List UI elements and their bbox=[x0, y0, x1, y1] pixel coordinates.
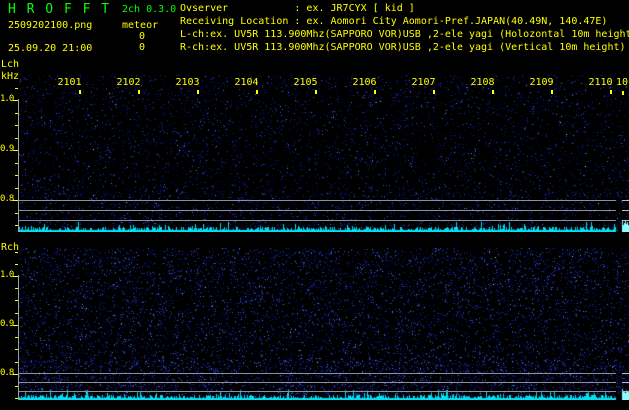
level-reference-line-stub bbox=[622, 200, 629, 201]
header: H R O F F T 2ch 0.3.0 2509202100.png met… bbox=[0, 0, 629, 58]
y-tick-label: 1.0 bbox=[0, 270, 14, 280]
y-minor-tick bbox=[15, 188, 18, 189]
y-tick-label: 0.8 bbox=[0, 368, 14, 378]
time-tick bbox=[550, 90, 553, 94]
y-major-tick bbox=[13, 200, 18, 201]
y-minor-tick bbox=[15, 398, 18, 399]
y-minor-tick bbox=[15, 163, 18, 164]
info-line-rch-rig: R-ch:ex. UV5R 113.900Mhz(SAPPORO VOR)USB… bbox=[180, 42, 626, 53]
y-major-tick bbox=[13, 150, 18, 151]
time-tick-label: 2106 bbox=[352, 77, 377, 88]
y-minor-tick bbox=[15, 138, 18, 139]
mode-label: meteor bbox=[122, 20, 159, 31]
y-minor-tick bbox=[15, 264, 18, 265]
y-major-tick bbox=[13, 100, 18, 101]
info-line-location: Receiving Location : ex. Aomori City Aom… bbox=[180, 16, 608, 27]
lch-unit-label: kHz bbox=[1, 71, 20, 82]
y-minor-tick bbox=[15, 252, 18, 253]
meteor-count-rch: 0 bbox=[139, 42, 146, 53]
y-minor-tick bbox=[15, 213, 18, 214]
time-tick bbox=[491, 90, 494, 94]
time-tick-label: 2107 bbox=[411, 77, 436, 88]
time-tick bbox=[137, 90, 140, 94]
time-tick bbox=[609, 90, 612, 94]
lch-spectrogram bbox=[19, 75, 629, 232]
time-tick bbox=[373, 90, 376, 94]
timestamp: 25.09.20 21:00 bbox=[8, 43, 93, 54]
y-tick-label: 0.9 bbox=[0, 144, 14, 154]
time-tick-label: 2104 bbox=[234, 77, 259, 88]
y-major-tick bbox=[13, 374, 18, 375]
level-reference-line-stub bbox=[622, 373, 629, 374]
level-reference-line-stub bbox=[622, 391, 629, 392]
time-tick-label: 2109 bbox=[529, 77, 554, 88]
time-tick-label-overflow: 10 bbox=[616, 77, 629, 88]
y-minor-tick bbox=[15, 362, 18, 363]
y-major-tick bbox=[13, 276, 18, 277]
y-minor-tick bbox=[15, 225, 18, 226]
time-tick-label: 2108 bbox=[470, 77, 495, 88]
app-version: 2ch 0.3.0 bbox=[122, 4, 177, 15]
station-info-block: Ovserver : ex. JR7CYX [ kid ] Receiving … bbox=[180, 2, 629, 54]
y-minor-tick bbox=[15, 386, 18, 387]
info-line-observer: Ovserver : ex. JR7CYX [ kid ] bbox=[180, 3, 415, 14]
level-reference-line bbox=[19, 210, 616, 211]
time-tick-label: 2102 bbox=[116, 77, 141, 88]
level-reference-line bbox=[19, 382, 616, 383]
y-minor-tick bbox=[15, 288, 18, 289]
y-tick-label: 0.9 bbox=[0, 319, 14, 329]
y-minor-tick bbox=[15, 88, 18, 89]
meteor-count-lch: 0 bbox=[139, 31, 146, 42]
info-line-lch-rig: L-ch:ex. UV5R 113.900Mhz(SAPPORO VOR)USB… bbox=[180, 29, 629, 40]
y-minor-tick bbox=[15, 300, 18, 301]
rch-spectrogram bbox=[19, 248, 629, 400]
level-reference-line bbox=[19, 200, 616, 201]
time-tick bbox=[255, 90, 258, 94]
y-minor-tick bbox=[15, 337, 18, 338]
lch-panel-title: Lch bbox=[1, 59, 20, 70]
level-reference-line bbox=[19, 220, 616, 221]
lch-y-axis-line bbox=[18, 99, 19, 232]
y-minor-tick bbox=[15, 175, 18, 176]
time-tick-label: 2101 bbox=[57, 77, 82, 88]
level-reference-line-stub bbox=[622, 220, 629, 221]
time-tick-label: 2105 bbox=[293, 77, 318, 88]
hrofft-output-screen: H R O F F T 2ch 0.3.0 2509202100.png met… bbox=[0, 0, 629, 410]
level-reference-line bbox=[19, 391, 616, 392]
level-reference-line-stub bbox=[622, 382, 629, 383]
y-major-tick bbox=[13, 325, 18, 326]
level-reference-line-stub bbox=[622, 210, 629, 211]
time-tick bbox=[314, 90, 317, 94]
time-tick-label: 2103 bbox=[175, 77, 200, 88]
app-title: H R O F F T bbox=[8, 2, 111, 17]
y-tick-label: 0.8 bbox=[0, 194, 14, 204]
time-tick bbox=[622, 91, 624, 95]
file-name: 2509202100.png bbox=[8, 20, 93, 31]
y-minor-tick bbox=[15, 313, 18, 314]
y-minor-tick bbox=[15, 125, 18, 126]
time-tick bbox=[432, 90, 435, 94]
time-tick bbox=[196, 90, 199, 94]
y-tick-label: 1.0 bbox=[0, 94, 14, 104]
time-tick-label: 2110 bbox=[588, 77, 613, 88]
time-tick bbox=[78, 90, 81, 94]
level-reference-line bbox=[19, 373, 616, 374]
y-minor-tick bbox=[15, 113, 18, 114]
y-minor-tick bbox=[15, 349, 18, 350]
